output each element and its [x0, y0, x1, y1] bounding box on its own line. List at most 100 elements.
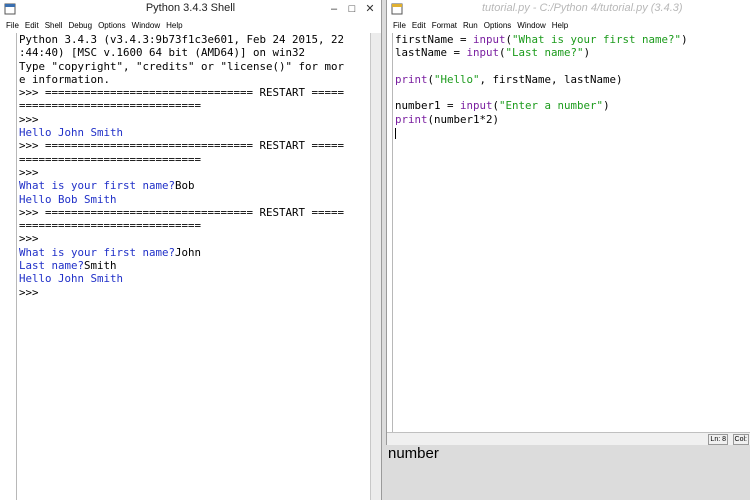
editor-menubar: File Edit Format Run Options Window Help — [387, 19, 750, 33]
code-token: print — [395, 72, 428, 86]
editor-menu-file[interactable]: File — [393, 19, 406, 33]
editor-code-line — [395, 126, 750, 139]
shell-line-text: >>> — [19, 165, 39, 179]
code-token: lastName = — [395, 46, 467, 60]
shell-line: Python 3.4.3 (v3.4.3:9b73f1c3e601, Feb 2… — [19, 33, 371, 46]
editor-menu-help[interactable]: Help — [552, 19, 568, 33]
shell-menu-debug[interactable]: Debug — [68, 19, 92, 33]
shell-text: Python 3.4.3 (v3.4.3:9b73f1c3e601, Feb 2… — [17, 33, 371, 299]
shell-line-text: Last name? — [19, 259, 85, 273]
code-token: ) — [681, 33, 688, 46]
code-token: firstName = — [395, 33, 474, 46]
status-col: Col: — [732, 434, 749, 445]
caption-text: number — [388, 445, 439, 462]
shell-line-text: e information. — [19, 72, 111, 86]
editor-code-line: lastName = input("Last name?") — [395, 46, 750, 59]
minimize-icon[interactable]: – — [325, 2, 343, 16]
python-file-icon — [391, 3, 403, 15]
editor-menu-options[interactable]: Options — [484, 19, 512, 33]
code-token: "Last name?" — [505, 46, 584, 60]
editor-title: tutorial.py - C:/Python 4/tutorial.py (3… — [482, 2, 683, 14]
shell-user-input: Smith — [84, 259, 117, 273]
shell-line-text: :44:40) [MSC v.1600 64 bit (AMD64)] on w… — [19, 46, 306, 60]
shell-line: >>> — [19, 232, 371, 245]
shell-menu-window[interactable]: Window — [132, 19, 160, 33]
code-token: number1 = — [395, 99, 461, 113]
shell-line-text: >>> ================================ RES… — [19, 139, 345, 153]
editor-menu-window[interactable]: Window — [517, 19, 545, 33]
shell-line: Hello John Smith — [19, 272, 371, 285]
shell-line-text: >>> — [19, 232, 39, 246]
editor-code-line: print(number1*2) — [395, 113, 750, 126]
status-line: Ln: 8 — [708, 434, 728, 445]
editor-code-line: print("Hello", firstName, lastName) — [395, 73, 750, 86]
shell-title: Python 3.4.3 Shell — [145, 2, 236, 14]
shell-line-text: >>> — [19, 112, 39, 126]
shell-output[interactable]: Python 3.4.3 (v3.4.3:9b73f1c3e601, Feb 2… — [16, 33, 371, 500]
code-token: input — [473, 33, 506, 46]
shell-line: Type "copyright", "credits" or "license(… — [19, 60, 371, 73]
shell-line: Hello Bob Smith — [19, 193, 371, 206]
shell-line: >>> — [19, 286, 371, 299]
shell-line-text: Type "copyright", "credits" or "license(… — [19, 59, 345, 73]
shell-line-text: Hello John Smith — [19, 126, 124, 140]
editor-code-line: ​ — [395, 86, 750, 99]
shell-line-text: Hello Bob Smith — [19, 192, 117, 206]
editor-window: tutorial.py - C:/Python 4/tutorial.py (3… — [386, 0, 750, 445]
shell-menu-edit[interactable]: Edit — [25, 19, 39, 33]
code-token: input — [466, 46, 500, 60]
shell-scrollbar[interactable] — [370, 33, 381, 500]
shell-line: :44:40) [MSC v.1600 64 bit (AMD64)] on w… — [19, 46, 371, 59]
shell-window: Python 3.4.3 Shell – □ ✕ File Edit Shell De… — [0, 0, 382, 500]
shell-line: ============================ — [19, 99, 371, 112]
shell-line-text: Python 3.4.3 (v3.4.3:9b73f1c3e601, Feb 2… — [19, 33, 345, 46]
code-token: , firstName, lastName) — [479, 72, 623, 86]
shell-user-input: John — [175, 245, 202, 259]
shell-line-text: ============================ — [19, 99, 202, 113]
editor-statusbar: Ln: 8 Col: — [387, 432, 750, 445]
shell-line-text: >>> ================================ RES… — [19, 86, 345, 100]
editor-code-line: firstName = input("What is your first na… — [395, 33, 750, 46]
shell-line-text: ============================ — [19, 152, 202, 166]
editor-titlebar[interactable]: tutorial.py - C:/Python 4/tutorial.py (3… — [387, 0, 750, 19]
editor-menu-format[interactable]: Format — [432, 19, 457, 33]
editor-menu-edit[interactable]: Edit — [412, 19, 426, 33]
shell-line: >>> ================================ RES… — [19, 206, 371, 219]
shell-menu-help[interactable]: Help — [166, 19, 182, 33]
shell-menu-options[interactable]: Options — [98, 19, 126, 33]
shell-menu-file[interactable]: File — [6, 19, 19, 33]
close-icon[interactable]: ✕ — [361, 2, 379, 16]
shell-line-text: >>> ================================ RES… — [19, 205, 345, 219]
shell-line-text: What is your first name? — [19, 245, 176, 259]
editor-code-line: ​ — [395, 60, 750, 73]
code-token: "Enter a number" — [499, 99, 604, 113]
shell-menu-shell[interactable]: Shell — [45, 19, 63, 33]
shell-line-text: What is your first name? — [19, 179, 176, 193]
shell-menubar: File Edit Shell Debug Options Window Help — [0, 19, 381, 33]
shell-titlebar[interactable]: Python 3.4.3 Shell – □ ✕ — [0, 0, 381, 19]
code-token: (number1*2) — [427, 112, 500, 126]
code-token: input — [460, 99, 493, 113]
shell-line: >>> ================================ RES… — [19, 86, 371, 99]
code-token: print — [395, 112, 428, 126]
shell-line: Last name?Smith — [19, 259, 371, 272]
shell-line: What is your first name?John — [19, 246, 371, 259]
shell-line-text: ============================ — [19, 219, 202, 233]
code-token: "Hello" — [434, 72, 480, 86]
shell-line-text: >>> — [19, 285, 39, 299]
shell-line: e information. — [19, 73, 371, 86]
editor-code-line: number1 = input("Enter a number") — [395, 99, 750, 112]
shell-line-text: Hello John Smith — [19, 272, 124, 286]
editor-menu-run[interactable]: Run — [463, 19, 478, 33]
editor-text-area[interactable]: firstName = input("What is your first na… — [392, 33, 750, 433]
shell-line: ============================ — [19, 153, 371, 166]
code-token: ) — [603, 99, 610, 113]
shell-user-input: Bob — [175, 179, 195, 193]
code-token: "What is your first name?" — [512, 33, 682, 46]
shell-line: >>> — [19, 113, 371, 126]
shell-line: >>> — [19, 166, 371, 179]
shell-line: What is your first name?Bob — [19, 179, 371, 192]
shell-line: ============================ — [19, 219, 371, 232]
shell-line: >>> ================================ RES… — [19, 139, 371, 152]
maximize-icon[interactable]: □ — [343, 2, 361, 16]
